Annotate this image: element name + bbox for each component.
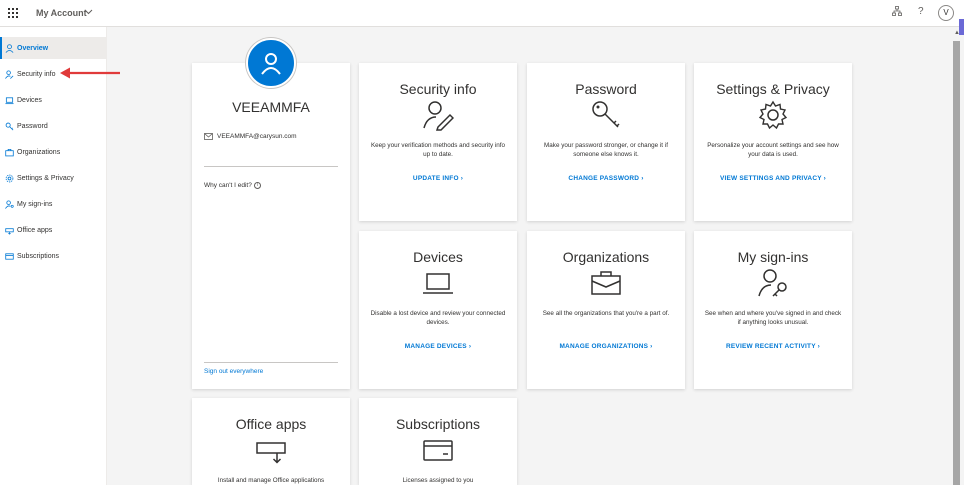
why-cant-edit[interactable]: Why can't I edit? i — [204, 182, 261, 189]
change-password-link[interactable]: CHANGE PASSWORD › — [527, 175, 685, 182]
profile-email: VEEAMMFA@carysun.com — [204, 133, 297, 140]
credit-card-icon — [423, 440, 453, 461]
briefcase-icon — [591, 271, 621, 295]
top-bar: My Account ? V — [0, 0, 964, 27]
help-icon[interactable]: ? — [918, 6, 924, 17]
sidebar: Overview Security info Devices Password … — [0, 27, 107, 485]
info-icon[interactable]: i — [253, 182, 261, 189]
person-icon — [261, 53, 281, 75]
divider — [204, 166, 338, 167]
sidebar-item-office-apps[interactable]: Office apps — [0, 219, 107, 241]
scroll-thumb[interactable] — [953, 41, 960, 485]
laptop-icon — [4, 95, 14, 105]
sidebar-item-devices[interactable]: Devices — [0, 89, 107, 111]
office-apps-card: Office apps Install and manage Office ap… — [192, 398, 350, 485]
profile-card: VEEAMMFA VEEAMMFA@carysun.com Why can't … — [192, 63, 350, 389]
sidebar-item-label: Password — [17, 122, 48, 130]
card-title: Office apps — [235, 416, 307, 432]
divider — [204, 362, 338, 363]
person-key-icon — [4, 69, 14, 79]
card-title: Settings & Privacy — [716, 81, 830, 97]
gear-icon — [758, 100, 788, 130]
user-avatar[interactable]: V — [938, 5, 954, 21]
devices-card: Devices Disable a lost device and review… — [359, 231, 517, 389]
subscriptions-card: Subscriptions Licenses assigned to you — [359, 398, 517, 485]
review-recent-activity-link[interactable]: REVIEW RECENT ACTIVITY › — [694, 343, 852, 350]
org-chart-icon[interactable] — [892, 6, 902, 19]
apps-icon — [4, 225, 14, 235]
sidebar-item-label: Organizations — [17, 148, 61, 156]
view-settings-privacy-link[interactable]: VIEW SETTINGS AND PRIVACY › — [694, 175, 852, 182]
mail-icon — [204, 133, 213, 140]
person-key-icon — [758, 269, 787, 297]
card-title: Devices — [413, 249, 463, 265]
laptop-icon — [423, 273, 453, 294]
card-title: My sign-ins — [737, 249, 809, 265]
chevron-down-icon[interactable] — [84, 8, 93, 17]
sidebar-item-label: My sign-ins — [17, 200, 53, 208]
manage-organizations-link[interactable]: MANAGE ORGANIZATIONS › — [527, 343, 685, 350]
sidebar-item-label: Office apps — [17, 226, 53, 234]
manage-devices-link[interactable]: MANAGE DEVICES › — [359, 343, 517, 350]
security-info-card: Security info Keep your verification met… — [359, 63, 517, 221]
sidebar-item-label: Subscriptions — [17, 252, 60, 260]
app-launcher-icon[interactable] — [8, 8, 18, 18]
person-pen-icon — [423, 101, 454, 131]
annotation-arrow-icon — [60, 67, 120, 79]
sidebar-item-organizations[interactable]: Organizations — [0, 141, 107, 163]
sidebar-item-label: Devices — [17, 96, 42, 104]
card-description: See all the organizations that you're a … — [542, 310, 670, 317]
settings-privacy-card: Settings & Privacy Personalize your acco… — [694, 63, 852, 221]
profile-avatar — [246, 38, 296, 88]
sidebar-item-label: Security info — [17, 70, 56, 78]
app-title[interactable]: My Account — [36, 8, 87, 18]
key-icon — [592, 101, 620, 128]
key-icon — [4, 121, 14, 131]
password-card: Password Make your password stronger, or… — [527, 63, 685, 221]
sidebar-item-label: Settings & Privacy — [17, 174, 74, 182]
sidebar-item-subscriptions[interactable]: Subscriptions — [0, 245, 107, 267]
organizations-card: Organizations See all the organizations … — [527, 231, 685, 389]
card-title: Organizations — [562, 249, 650, 265]
my-sign-ins-card: My sign-ins See when and where you've si… — [694, 231, 852, 389]
briefcase-icon — [4, 147, 14, 157]
card-description: Personalize your account settings and se… — [707, 142, 839, 158]
card-title: Subscriptions — [395, 416, 481, 432]
card-title: Password — [575, 81, 637, 97]
install-apps-icon — [256, 442, 286, 464]
sign-out-everywhere-link[interactable]: Sign out everywhere — [204, 368, 263, 375]
vertical-scrollbar[interactable]: ▲ — [950, 27, 964, 485]
sidebar-item-overview[interactable]: Overview — [0, 37, 107, 59]
card-description: Install and manage Office applications — [217, 477, 325, 484]
window-edge-accent — [959, 19, 964, 35]
profile-email-text: VEEAMMFA@carysun.com — [217, 133, 297, 140]
person-key-icon — [4, 199, 14, 209]
card-description: Licenses assigned to you — [402, 477, 474, 484]
card-description: Make your password stronger, or change i… — [544, 142, 668, 158]
card-description: See when and where you've signed in and … — [704, 310, 842, 326]
gear-icon — [4, 173, 14, 183]
card-icon — [4, 251, 14, 261]
card-title: Security info — [399, 81, 477, 97]
person-icon — [4, 43, 14, 53]
update-info-link[interactable]: UPDATE INFO › — [359, 175, 517, 182]
card-description: Keep your verification methods and secur… — [370, 142, 506, 158]
card-description: Disable a lost device and review your co… — [370, 310, 506, 326]
sidebar-item-my-sign-ins[interactable]: My sign-ins — [0, 193, 107, 215]
profile-name: VEEAMMFA — [232, 99, 310, 115]
why-cant-edit-text: Why can't I edit? — [204, 182, 252, 189]
sidebar-item-settings-privacy[interactable]: Settings & Privacy — [0, 167, 107, 189]
sidebar-item-label: Overview — [17, 44, 49, 52]
sidebar-item-password[interactable]: Password — [0, 115, 107, 137]
